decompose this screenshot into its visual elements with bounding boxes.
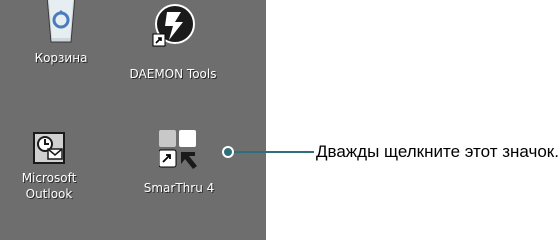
recycle-bin-shortcut[interactable]: Корзина — [6, 0, 116, 66]
outlook-label: Microsoft Outlook — [21, 171, 77, 201]
smarthru-shortcut[interactable]: SmarThru 4 — [124, 130, 234, 196]
daemon-tools-label: DAEMON Tools — [129, 67, 217, 81]
outlook-shortcut[interactable]: Microsoft Outlook — [0, 132, 104, 202]
desktop: Корзина DAEMON Tools Microsoft Outlook S… — [0, 0, 266, 240]
recycle-bin-icon — [39, 0, 83, 46]
smarthru-label: SmarThru 4 — [143, 181, 215, 195]
callout-line — [228, 151, 314, 153]
daemon-tools-icon — [149, 4, 197, 48]
callout-text: Дважды щелкните этот значок. — [316, 142, 559, 161]
outlook-icon — [33, 132, 65, 164]
recycle-bin-label: Корзина — [34, 51, 88, 65]
daemon-tools-shortcut[interactable]: DAEMON Tools — [118, 4, 228, 82]
smarthru-icon — [158, 130, 199, 170]
callout-pointer — [222, 146, 234, 158]
